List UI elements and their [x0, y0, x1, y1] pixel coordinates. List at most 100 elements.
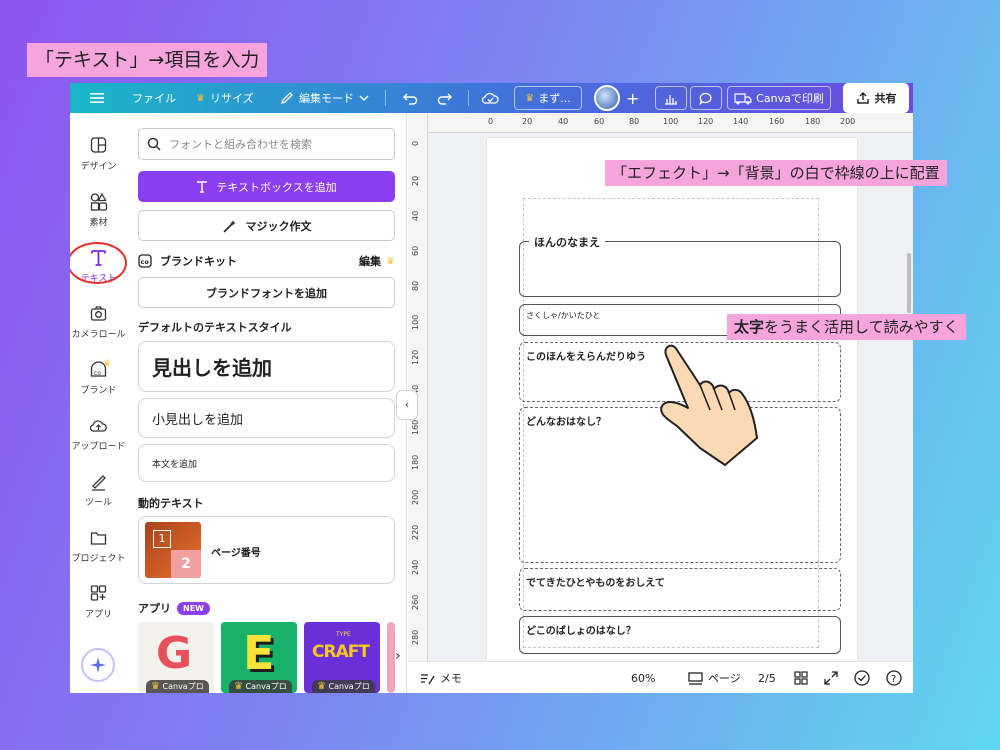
apps-icon	[90, 585, 107, 601]
app-tile-craft[interactable]: TYPE CRAFT ♛ Canvaプロ	[304, 622, 380, 693]
top-toolbar: ファイル ♛ リサイズ 編集モード ♛ まず... + Canvaで印刷 共有	[70, 83, 913, 113]
annotation-effect-background: 「エフェクト」→「背景」の白で枠線の上に配置	[605, 160, 947, 186]
notes-icon	[421, 673, 435, 684]
new-badge: NEW	[177, 602, 210, 615]
menu-icon[interactable]	[90, 83, 104, 113]
truck-icon	[734, 92, 752, 104]
highlight-circle	[70, 242, 127, 284]
vertical-scrollbar[interactable]	[907, 253, 911, 313]
rail-item-upload[interactable]: アップロード	[70, 411, 127, 461]
file-menu[interactable]: ファイル	[132, 83, 176, 113]
chevron-right-icon[interactable]: ›	[395, 648, 407, 668]
ruler-horizontal: 0 20 40 60 80 100 120 140 160 180 200	[408, 113, 913, 133]
share-button[interactable]: 共有	[843, 83, 909, 113]
text-icon	[197, 181, 208, 193]
field-place[interactable]: どこのばしょのはなし？	[519, 616, 841, 654]
apps-section-title: アプリ NEW	[138, 600, 210, 616]
app-tile-g[interactable]: G ♛ Canvaプロ	[138, 622, 214, 693]
font-search-input[interactable]: フォントと組み合わせを検索	[138, 128, 395, 160]
rail-item-design[interactable]: デザイン	[70, 131, 127, 181]
pro-badge: ♛ Canvaプロ	[146, 680, 209, 693]
tutorial-step-label: 「テキスト」→項目を入力	[27, 43, 268, 77]
page-number-label: ページ番号	[211, 548, 261, 559]
page-number-thumbnail: 1 2	[145, 522, 201, 578]
rail-item-tools[interactable]: ツール	[70, 467, 127, 517]
print-with-canva-button[interactable]: Canvaで印刷	[727, 86, 831, 110]
crown-icon: ♛	[525, 92, 535, 104]
annotation-bold-text: 太字をうまく活用して読みやすく	[727, 314, 966, 340]
draft-title-button[interactable]: ♛ まず...	[514, 86, 582, 110]
add-brand-font-button[interactable]: ブランドフォントを追加	[138, 277, 395, 308]
brand-kit-edit-link[interactable]: 編集 ♛	[359, 253, 395, 269]
notes-button[interactable]: メモ	[420, 662, 462, 693]
add-body-text-button[interactable]: 本文を追加	[138, 444, 395, 482]
svg-text:co: co	[94, 370, 101, 377]
toolbar-divider	[468, 90, 469, 106]
help-icon[interactable]: ?	[886, 662, 902, 693]
brand-icon: co♛	[90, 359, 111, 377]
field-characters[interactable]: でてきたひとやものをおしえて	[519, 568, 841, 611]
tools-icon	[92, 475, 106, 491]
collapse-panel-button[interactable]: ‹	[396, 390, 418, 420]
page-number-card[interactable]: 1 2 ページ番号	[138, 516, 395, 584]
crown-icon: ♛	[386, 255, 395, 267]
layout-icon	[90, 137, 107, 153]
brand-kit-row: co ブランドキット 編集 ♛	[138, 251, 395, 271]
add-subheading-button[interactable]: 小見出しを追加	[138, 398, 395, 438]
folder-icon	[90, 532, 107, 545]
app-tile-partial[interactable]	[387, 622, 395, 693]
edit-mode-dropdown[interactable]: 編集モード	[280, 83, 369, 113]
rail-item-elements[interactable]: 素材	[70, 187, 127, 237]
avatar[interactable]	[594, 85, 620, 111]
toolbar-divider	[385, 90, 386, 106]
analytics-icon[interactable]	[655, 86, 687, 110]
fullscreen-icon[interactable]	[824, 662, 838, 693]
rail-item-projects[interactable]: プロジェクト	[70, 523, 127, 573]
svg-text:♛: ♛	[103, 359, 111, 369]
ruler-vertical: 0 20 40 60 80 100 120 140 160 180 200 22…	[408, 113, 428, 661]
elements-icon	[90, 192, 108, 211]
grid-view-icon[interactable]	[794, 662, 808, 693]
crown-icon: ♛	[196, 92, 205, 104]
comment-icon[interactable]	[690, 86, 722, 110]
field-book-title[interactable]: ほんのなまえ	[519, 234, 841, 297]
svg-text:co: co	[141, 258, 150, 266]
sparkle-icon	[90, 657, 106, 673]
pointing-hand-icon	[660, 344, 758, 466]
rail-item-text[interactable]: テキスト	[70, 242, 127, 293]
upload-icon	[89, 420, 107, 432]
page-count: 2/5	[758, 671, 776, 685]
rail-item-camera-roll[interactable]: カメラロール	[70, 299, 127, 349]
pencil-icon	[280, 92, 293, 105]
pro-badge: ♛ Canvaプロ	[229, 680, 292, 693]
add-heading-button[interactable]: 見出しを追加	[138, 341, 395, 392]
magic-wand-icon	[222, 219, 236, 233]
undo-icon[interactable]	[402, 83, 418, 113]
pages-icon	[688, 671, 703, 685]
redo-icon[interactable]	[437, 83, 453, 113]
pro-badge: ♛ Canvaプロ	[312, 680, 375, 693]
add-collaborator-icon[interactable]: +	[626, 83, 639, 113]
brand-kit-icon: co	[138, 254, 152, 268]
search-placeholder: フォントと組み合わせを検索	[169, 138, 312, 151]
magic-write-button[interactable]: マジック作文	[138, 210, 395, 241]
dynamic-text-title: 動的テキスト	[138, 497, 204, 510]
rail-item-apps[interactable]: アプリ	[70, 579, 127, 629]
text-panel: フォントと組み合わせを検索 テキストボックスを追加 マジック作文 co ブランド…	[127, 113, 407, 693]
resize-button[interactable]: ♛ リサイズ	[196, 83, 254, 113]
app-tile-e[interactable]: E ♛ Canvaプロ	[221, 622, 297, 693]
add-textbox-button[interactable]: テキストボックスを追加	[138, 171, 395, 202]
zoom-level[interactable]: 60%	[631, 662, 655, 693]
search-icon	[147, 137, 161, 151]
upload-share-icon	[856, 92, 869, 104]
magic-assistant-button[interactable]	[81, 648, 115, 682]
bottom-toolbar: メモ 60% ページ 2/5 ?	[408, 661, 913, 693]
svg-text:?: ?	[891, 674, 896, 685]
rail-item-brand[interactable]: co ♛ ブランド	[70, 355, 127, 405]
check-circle-icon[interactable]	[854, 662, 870, 693]
pages-button[interactable]: ページ	[688, 662, 741, 693]
cloud-sync-icon[interactable]	[481, 83, 499, 113]
camera-icon	[90, 306, 107, 321]
chevron-down-icon	[359, 95, 369, 101]
default-text-styles-title: デフォルトのテキストスタイル	[138, 321, 292, 334]
